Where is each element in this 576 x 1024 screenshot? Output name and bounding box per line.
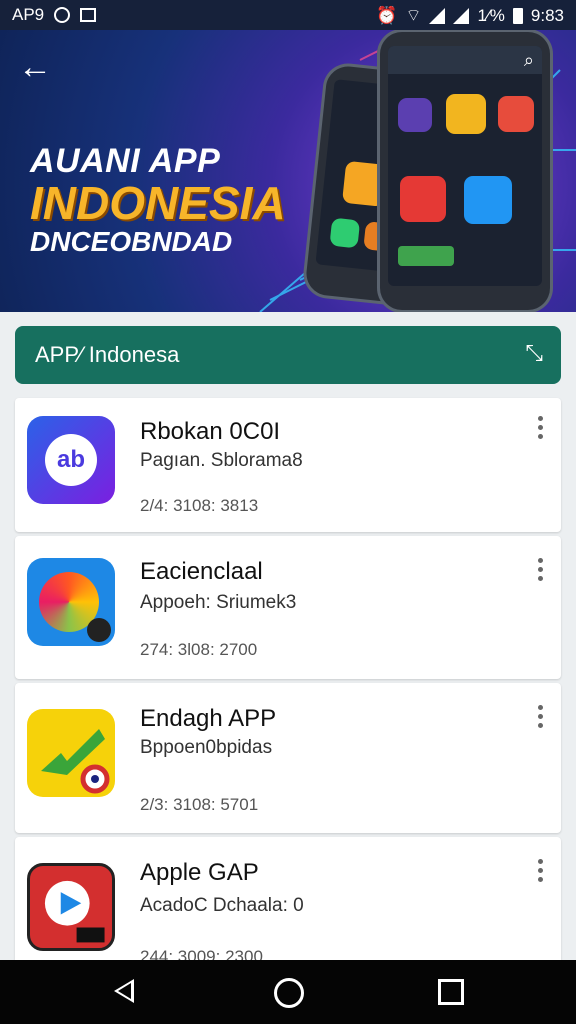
- app-list-item[interactable]: Eacienclaal Appoeh: Sriumek3 274: 3l08: …: [15, 536, 561, 679]
- app-ab-icon: ab: [27, 416, 115, 504]
- banner-title-line2: INDONESIA: [30, 177, 286, 229]
- tools-icon[interactable]: ⤡: [525, 340, 543, 366]
- app-check-icon: [27, 709, 115, 797]
- battery-percent: 1⁄%: [477, 5, 505, 25]
- app-developer: Bppoen0bpidas: [140, 737, 273, 758]
- app-fox-icon: [27, 558, 115, 646]
- nav-home-icon[interactable]: [274, 978, 304, 1008]
- app-list-item[interactable]: Endagh APP Bppoen0bpidas 2/3: 3108: 5701: [15, 683, 561, 833]
- more-options-icon[interactable]: [535, 416, 545, 442]
- nav-back-icon-inner: [118, 983, 131, 999]
- app-meta: 2/4: 3108: 3813: [140, 496, 259, 515]
- app-list-item[interactable]: Apple GAP AcadoC Dchaala: 0 244: 3009: 2…: [15, 837, 561, 966]
- hero-banner: ← AUANI APP INDONESIA DNCEOBNDAD ⌕: [0, 30, 576, 312]
- signal-icon-2: [453, 7, 470, 24]
- nav-recents-icon[interactable]: [438, 979, 464, 1005]
- search-icon: ⌕: [523, 50, 534, 70]
- banner-title-line3: DNCEOBNDAD: [30, 226, 233, 257]
- app-developer: Appoeh: Sriumek3: [140, 592, 297, 613]
- section-header: APP⁄ Indonesa ⤡: [15, 326, 561, 384]
- section-title: APP⁄ Indonesa: [35, 342, 180, 367]
- clock: 9:83: [530, 5, 564, 25]
- app-play-icon: [27, 863, 115, 951]
- app-meta: 274: 3l08: 2700: [140, 640, 258, 659]
- wifi-icon: ⌔: [405, 6, 422, 25]
- signal-icon: [429, 7, 446, 24]
- gallery-icon: [80, 8, 97, 22]
- more-options-icon[interactable]: [535, 558, 545, 584]
- system-nav-bar: [0, 960, 576, 1024]
- phone-illustration-front: ⌕: [380, 32, 550, 310]
- carrier-label: AP9: [12, 5, 45, 24]
- status-bar: AP9 ⏰ ⌔ 1⁄% 9:83: [0, 0, 576, 30]
- battery-icon: [512, 7, 523, 24]
- alarm-icon: ⏰: [376, 5, 398, 25]
- more-options-icon[interactable]: [535, 859, 545, 885]
- app-name: Eacienclaal: [140, 558, 263, 585]
- notification-icon: [54, 7, 71, 23]
- app-name: Apple GAP: [140, 859, 259, 886]
- app-list-item[interactable]: ab Rbokan 0C0I Pagıan. Sblorama8 2/4: 31…: [15, 398, 561, 532]
- app-developer: Pagıan. Sblorama8: [140, 450, 303, 471]
- app-name: Rbokan 0C0I: [140, 418, 281, 445]
- app-name: Endagh APP: [140, 705, 277, 732]
- app-developer: AcadoC Dchaala: 0: [140, 895, 304, 916]
- app-meta: 2/3: 3108: 5701: [140, 795, 259, 814]
- back-arrow-icon[interactable]: ←: [18, 50, 52, 86]
- more-options-icon[interactable]: [535, 705, 545, 731]
